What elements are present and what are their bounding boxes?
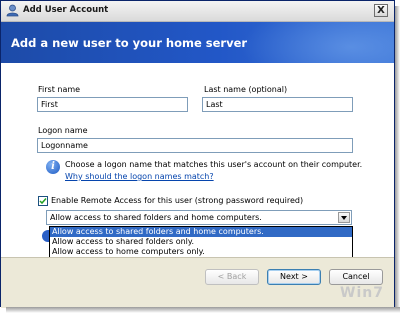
access-option[interactable]: Allow access to shared folders and home …: [50, 227, 352, 237]
next-button[interactable]: Next >: [267, 269, 321, 285]
info-icon: i: [46, 160, 60, 174]
chevron-down-icon: [341, 216, 347, 220]
cancel-button[interactable]: Cancel: [329, 269, 383, 285]
access-level-select[interactable]: Allow access to shared folders and home …: [46, 210, 352, 225]
logon-name-label: Logon name: [38, 126, 88, 135]
dropdown-arrow-button[interactable]: [338, 212, 350, 223]
add-user-dialog: Add User Account X Add a new user to you…: [0, 0, 395, 308]
close-button[interactable]: X: [374, 4, 388, 17]
access-level-dropdown: Allow access to shared folders and home …: [49, 226, 353, 258]
checkmark-icon: [39, 198, 47, 205]
first-name-label: First name: [38, 85, 81, 94]
remote-access-checkbox[interactable]: [38, 196, 48, 206]
logon-name-field[interactable]: Logonname: [37, 138, 353, 153]
window-title: Add User Account: [23, 5, 109, 15]
close-icon: X: [377, 5, 385, 16]
back-button[interactable]: < Back: [205, 269, 259, 285]
access-option[interactable]: Allow access to home computers only.: [50, 247, 352, 257]
last-name-field[interactable]: Last: [202, 97, 353, 112]
remote-access-label: Enable Remote Access for this user (stro…: [51, 196, 304, 205]
logon-hint-text: Choose a logon name that matches this us…: [65, 160, 363, 169]
watermark: Win7: [340, 285, 384, 301]
banner-glow: [241, 22, 394, 63]
title-bar: Add User Account X: [1, 1, 394, 22]
access-level-value: Allow access to shared folders and home …: [50, 213, 262, 222]
logon-names-help-link[interactable]: Why should the logon names match?: [65, 172, 214, 181]
first-name-field[interactable]: First: [37, 97, 188, 112]
header-banner: Add a new user to your home server: [1, 22, 394, 63]
last-name-label: Last name (optional): [204, 85, 288, 94]
window-shadow-bottom: [6, 307, 400, 313]
info-icon-partial: [42, 230, 49, 242]
window-shadow-right: [395, 6, 400, 307]
user-icon: [6, 4, 19, 17]
access-option[interactable]: Allow access to shared folders only.: [50, 237, 352, 247]
page-title: Add a new user to your home server: [11, 36, 248, 50]
